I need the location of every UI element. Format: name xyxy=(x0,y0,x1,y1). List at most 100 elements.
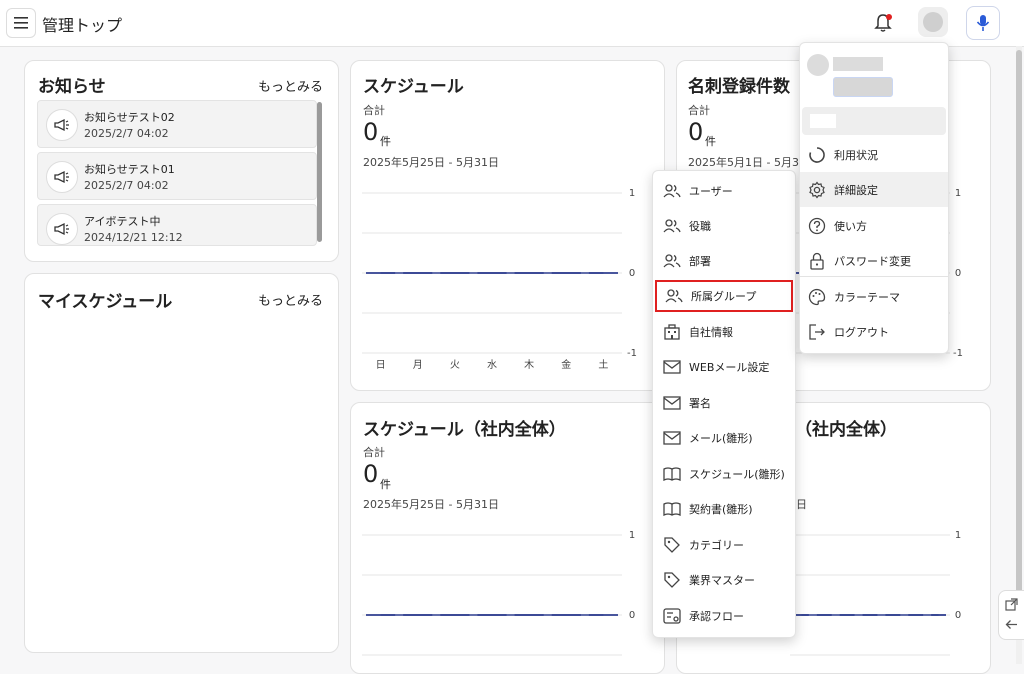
menu-item-company-info[interactable]: 自社情報 xyxy=(653,314,795,349)
chart-x-tick-label: 土 xyxy=(598,358,608,371)
menu-item-groups[interactable]: 所属グループ xyxy=(655,280,793,312)
user-avatar-button[interactable] xyxy=(918,7,948,37)
settings-dropdown-menu: ユーザー 役職 部署 所属グループ 自社情報 WEBメール設定 署名 メール(雛… xyxy=(652,170,796,638)
menu-item-color-theme[interactable]: カラーテーマ xyxy=(800,279,948,314)
megaphone-icon xyxy=(46,213,78,245)
chart-x-tick-label: 火 xyxy=(450,359,460,371)
schedule-all-date-range: 2025年5月25日 - 5月31日 xyxy=(363,498,499,511)
mail-icon xyxy=(663,394,681,412)
schedule-date-range: 2025年5月25日 - 5月31日 xyxy=(363,156,499,169)
menu-item-category[interactable]: カテゴリー xyxy=(653,527,795,562)
schedule-chart: 1 0 -1 日 月 火 水 木 金 土 xyxy=(362,188,637,371)
user-menu-popup: 利用状況 詳細設定 使い方 パスワード変更 カラーテーマ ログアウト xyxy=(799,42,949,354)
notices-more-link[interactable]: もっとみる xyxy=(258,76,323,95)
menu-item-label: メール(雛形) xyxy=(689,431,753,445)
right-bottom-date-fragment: 日 xyxy=(796,498,807,511)
user-name-placeholder xyxy=(833,57,883,71)
chart-y-tick-label: 1 xyxy=(955,188,961,199)
users-icon xyxy=(663,217,681,235)
building-icon xyxy=(663,323,681,341)
menu-item-label: 部署 xyxy=(689,254,711,268)
notice-title: アイボテスト中 xyxy=(84,215,161,228)
chart-x-tick-label: 月 xyxy=(413,359,423,371)
business-cards-count: 0 xyxy=(688,118,704,146)
menu-item-approval-flow[interactable]: 承認フロー xyxy=(653,598,795,633)
account-placeholder xyxy=(810,114,836,128)
my-schedule-more-link[interactable]: もっとみる xyxy=(258,290,323,309)
chart-x-tick-label: 木 xyxy=(524,359,534,371)
tag-icon xyxy=(663,536,681,554)
tag-icon xyxy=(663,571,681,589)
chart-y-tick-label: 1 xyxy=(955,530,961,541)
menu-item-label: 業界マスター xyxy=(689,573,755,587)
menu-item-label: 役職 xyxy=(689,219,711,233)
menu-item-label: パスワード変更 xyxy=(834,254,911,268)
right-bottom-title: （社内全体） xyxy=(795,420,897,440)
notices-scrollbar[interactable] xyxy=(317,102,322,242)
menu-item-label: 詳細設定 xyxy=(834,183,878,197)
page-scrollbar-thumb[interactable] xyxy=(1016,50,1022,610)
right-bottom-chart: 10 xyxy=(790,530,961,656)
notice-item[interactable]: アイボテスト中 2024/12/21 12:12 xyxy=(37,204,317,246)
menu-item-mail-template[interactable]: メール(雛形) xyxy=(653,420,795,455)
chart-y-tick-label: -1 xyxy=(627,348,637,359)
top-bar: 管理トップ xyxy=(0,0,1024,47)
mail-icon xyxy=(663,358,681,376)
menu-item-label: 承認フロー xyxy=(689,609,744,623)
page-title: 管理トップ xyxy=(42,16,123,35)
gear-icon xyxy=(808,181,826,199)
chart-y-tick-label: 0 xyxy=(955,268,961,279)
book-icon xyxy=(663,465,681,483)
mail-icon xyxy=(663,429,681,447)
menu-item-webmail-settings[interactable]: WEBメール設定 xyxy=(653,349,795,384)
chart-y-tick-label: 0 xyxy=(955,610,961,621)
business-cards-title: 名刺登録件数 xyxy=(688,77,790,97)
menu-item-signature[interactable]: 署名 xyxy=(653,385,795,420)
menu-item-positions[interactable]: 役職 xyxy=(653,208,795,243)
chart-y-tick-label: 1 xyxy=(629,530,635,541)
chart-x-tick-label: 日 xyxy=(376,360,386,371)
menu-item-schedule-template[interactable]: スケジュール(雛形) xyxy=(653,456,795,491)
menu-item-label: 自社情報 xyxy=(689,325,733,339)
help-icon xyxy=(808,217,826,235)
menu-item-label: 利用状況 xyxy=(834,148,878,162)
megaphone-icon xyxy=(46,109,78,141)
notices-title: お知らせ xyxy=(38,77,106,97)
schedule-total-label: 合計 xyxy=(363,104,385,117)
schedule-all-total-label: 合計 xyxy=(363,446,385,459)
my-schedule-title: マイスケジュール xyxy=(38,292,173,312)
open-external-icon[interactable] xyxy=(1005,598,1018,611)
notice-date: 2024/12/21 12:12 xyxy=(84,231,183,244)
notification-dot xyxy=(886,14,892,20)
menu-item-advanced-settings[interactable]: 詳細設定 xyxy=(800,172,948,207)
menu-item-logout[interactable]: ログアウト xyxy=(800,314,948,349)
menu-item-how-to[interactable]: 使い方 xyxy=(800,208,948,243)
menu-item-contract-template[interactable]: 契約書(雛形) xyxy=(653,491,795,526)
menu-item-label: WEBメール設定 xyxy=(689,360,770,374)
users-icon xyxy=(665,287,683,305)
flow-icon xyxy=(663,607,681,625)
menu-item-label: ユーザー xyxy=(689,184,733,198)
menu-item-label: スケジュール(雛形) xyxy=(689,467,785,481)
my-schedule-card xyxy=(24,273,339,653)
business-cards-unit: 件 xyxy=(705,135,716,148)
side-floating-panel xyxy=(998,590,1024,640)
schedule-unit: 件 xyxy=(380,135,391,148)
menu-item-departments[interactable]: 部署 xyxy=(653,243,795,278)
notice-item[interactable]: お知らせテスト01 2025/2/7 04:02 xyxy=(37,152,317,200)
menu-item-change-password[interactable]: パスワード変更 xyxy=(800,243,948,278)
microphone-icon xyxy=(976,15,990,31)
menu-item-usage[interactable]: 利用状況 xyxy=(800,137,948,172)
account-selector[interactable] xyxy=(802,107,946,135)
usage-icon xyxy=(808,146,826,164)
palette-icon xyxy=(808,288,826,306)
notice-item[interactable]: お知らせテスト02 2025/2/7 04:02 xyxy=(37,100,317,148)
business-cards-date-range: 2025年5月1日 - 5月31日 xyxy=(688,156,817,169)
hamburger-menu-button[interactable] xyxy=(6,8,36,38)
schedule-title: スケジュール xyxy=(363,77,464,97)
menu-item-industry-master[interactable]: 業界マスター xyxy=(653,562,795,597)
arrow-left-icon[interactable] xyxy=(1005,618,1018,631)
voice-input-button[interactable] xyxy=(966,6,1000,40)
menu-item-users[interactable]: ユーザー xyxy=(653,173,795,208)
menu-item-label: 使い方 xyxy=(834,219,867,233)
